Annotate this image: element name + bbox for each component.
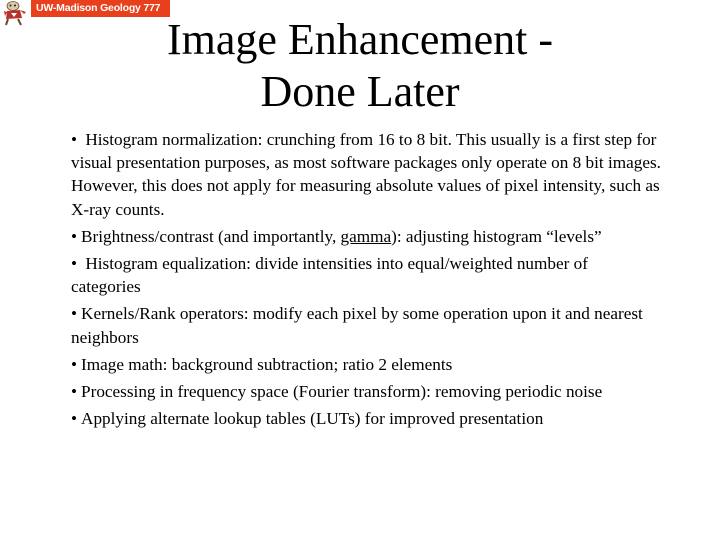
bullet-item-kernels-rank: • Kernels/Rank operators: modify each pix… [71,302,661,348]
course-banner-text: UW-Madison Geology 777 [36,2,161,14]
bullet-text: Applying alternate lookup tables (LUTs) … [81,409,544,429]
bullet-icon: • [71,226,78,246]
bullet-text: Histogram normalization: crunching from … [71,130,661,219]
bullet-icon: • [71,304,78,324]
bullet-item-histogram-normalization: • Histogram normalization: crunching fro… [71,128,661,221]
bullet-icon: • [71,354,78,374]
bullet-icon: • [71,130,78,149]
bullet-text: Processing in frequency space (Fourier t… [81,382,603,402]
slide-title: Image Enhancement - Done Later [150,14,570,118]
bullet-item-histogram-equalization: • Histogram equalization: divide intensi… [71,252,661,298]
bullet-item-brightness-contrast: • Brightness/contrast (and importantly, g… [71,225,661,248]
bullet-text: Kernels/Rank operators: modify each pixe… [71,304,643,347]
bullet-list: • Histogram normalization: crunching fro… [71,128,661,434]
slide-title-line-2: Done Later [260,67,460,116]
gamma-link[interactable]: gamma [341,227,392,246]
bullet-item-image-math: • Image math: background subtraction; rat… [71,353,661,376]
bullet-text: Image math: background subtraction; rati… [81,354,453,374]
bullet-icon: • [71,254,78,274]
bullet-text: ): adjusting histogram “levels” [391,226,602,246]
bullet-icon: • [71,409,78,429]
bullet-text: Brightness/contrast (and importantly, [81,226,341,246]
bullet-item-frequency-space: • Processing in frequency space (Fourier … [71,380,661,403]
bullet-icon: • [71,382,78,402]
badger-mascot-icon [1,0,29,26]
slide-title-line-1: Image Enhancement - [166,15,554,64]
bullet-item-lookup-tables: • Applying alternate lookup tables (LUTs)… [71,407,661,430]
bullet-text: Histogram equalization: divide intensiti… [71,254,588,297]
